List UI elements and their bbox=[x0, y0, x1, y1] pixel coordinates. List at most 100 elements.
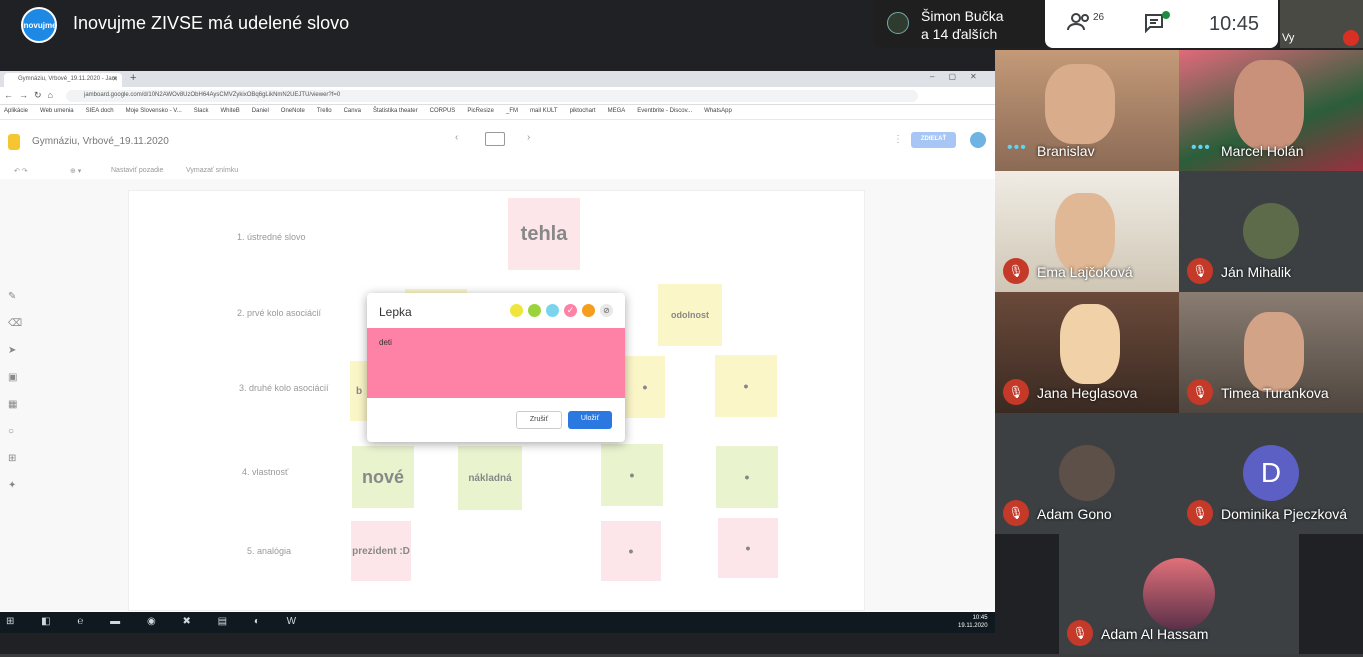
participant-video bbox=[1060, 304, 1120, 384]
jamboard-doc-name[interactable]: Gymnáziu, Vrbové_19.11.2020 bbox=[32, 136, 169, 147]
mic-off-icon: 🎙 bbox=[1187, 500, 1213, 526]
bookmark-item[interactable]: CORPUS bbox=[430, 108, 456, 114]
bookmark-item[interactable]: piktochart bbox=[570, 108, 596, 114]
image-icon[interactable]: ▦ bbox=[8, 399, 22, 426]
sticky-note[interactable]: • bbox=[625, 356, 665, 418]
sticky-note[interactable]: • bbox=[601, 444, 663, 506]
new-tab-icon[interactable]: + bbox=[130, 72, 136, 84]
sticky-note[interactable]: • bbox=[715, 355, 777, 417]
participant-tile[interactable]: 🎙 Ema Lajčoková bbox=[995, 171, 1179, 292]
meet-top-bar: inovujme Inovujme ZIVSE má udelené slovo bbox=[0, 0, 995, 50]
sticky-note-icon[interactable]: ▣ bbox=[8, 372, 22, 399]
jamboard-logo-icon bbox=[8, 134, 20, 150]
shape-icon[interactable]: ○ bbox=[8, 426, 22, 453]
participant-tile[interactable]: 🎙 Adam Gono bbox=[995, 413, 1179, 534]
user-avatar[interactable] bbox=[970, 132, 986, 148]
sticky-note[interactable]: tehla bbox=[508, 198, 580, 270]
share-button[interactable]: ZDIEĽAŤ bbox=[911, 132, 956, 148]
participant-tile[interactable]: ••• Branislav bbox=[995, 50, 1179, 171]
participant-avatar: D bbox=[1243, 445, 1299, 501]
taskbar-app-icons[interactable]: ⊞ ◧ ℮ ▬ ◉ ✖ ▤ ◐ W bbox=[6, 616, 308, 627]
pen-icon[interactable]: ✎ bbox=[8, 291, 22, 318]
people-count: 26 bbox=[1093, 12, 1105, 23]
sticky-note[interactable]: • bbox=[718, 518, 778, 578]
frame-thumbnail[interactable] bbox=[485, 132, 505, 146]
clear-frame-button[interactable]: Vymazať snímku bbox=[186, 167, 238, 174]
bookmark-item[interactable]: Moje Slovensko - V... bbox=[126, 108, 182, 114]
color-swatch-green[interactable] bbox=[528, 304, 541, 317]
tray-time: 10:45 bbox=[972, 615, 988, 621]
participant-name: Adam Al Hassam bbox=[1101, 626, 1209, 642]
bookmark-item[interactable]: Eventbrite - Discov... bbox=[637, 108, 692, 114]
self-view-tile[interactable]: Vy bbox=[1280, 0, 1363, 48]
sticky-note[interactable]: • bbox=[716, 446, 778, 508]
participant-tile[interactable]: 🎙 Ján Mihalik bbox=[1179, 171, 1363, 292]
cancel-button[interactable]: Zrušiť bbox=[516, 411, 562, 429]
bookmark-item[interactable]: Slack bbox=[194, 108, 209, 114]
bookmark-item[interactable]: Daniel bbox=[252, 108, 269, 114]
no-color-icon[interactable]: ⊘ bbox=[600, 304, 613, 317]
sticky-note[interactable]: odolnost bbox=[658, 284, 722, 346]
participant-avatar bbox=[1143, 558, 1215, 630]
color-swatch-blue[interactable] bbox=[546, 304, 559, 317]
bookmark-item[interactable]: WhatsApp bbox=[704, 108, 732, 114]
participant-tile[interactable]: 🎙 Jana Heglasova bbox=[995, 292, 1179, 413]
participant-video bbox=[1234, 60, 1304, 150]
mic-off-icon: 🎙 bbox=[1003, 258, 1029, 284]
jamboard-header: Gymnáziu, Vrbové_19.11.2020 ‹ › ⋮ ZDIEĽA… bbox=[0, 120, 995, 165]
bookmark-item[interactable]: Canva bbox=[344, 108, 361, 114]
mic-off-icon: 🎙 bbox=[1187, 379, 1213, 405]
bookmark-item[interactable]: SIEA doch bbox=[86, 108, 114, 114]
row-label: 5. analógia bbox=[247, 546, 292, 556]
windows-taskbar: ⊞ ◧ ℮ ▬ ◉ ✖ ▤ ◐ W 10:45 19.11.2020 bbox=[0, 612, 995, 633]
more-menu-icon[interactable]: ⋮ bbox=[893, 134, 903, 145]
participant-tile[interactable]: D 🎙 Dominika Pjeczková bbox=[1179, 413, 1363, 534]
row-label: 4. vlastnosť bbox=[242, 467, 289, 477]
sticky-note[interactable]: nákladná bbox=[458, 446, 522, 510]
laser-icon[interactable]: ✦ bbox=[8, 480, 22, 507]
presenter-chip[interactable]: Šimon Bučka a 14 ďalších bbox=[873, 0, 1045, 48]
bookmark-item[interactable]: MEGA bbox=[608, 108, 626, 114]
participant-tile[interactable]: ••• Marcel Holán bbox=[1179, 50, 1363, 171]
close-icon[interactable]: ✕ bbox=[112, 75, 118, 83]
jamboard-toolbar: ↶ ↷ ⊕ ▾ Nastaviť pozadie Vymazať snímku bbox=[0, 165, 995, 179]
color-swatch-yellow[interactable] bbox=[510, 304, 523, 317]
sticky-note[interactable]: • bbox=[601, 521, 661, 581]
window-controls[interactable]: –▢✕ bbox=[930, 72, 995, 81]
presenter-name: Šimon Bučka bbox=[921, 8, 1004, 24]
bookmark-item[interactable]: Aplikácie bbox=[4, 108, 28, 114]
set-background-button[interactable]: Nastaviť pozadie bbox=[111, 167, 163, 174]
row-label: 2. prvé kolo asociácií bbox=[237, 308, 322, 318]
bookmark-item[interactable]: WhiteB bbox=[220, 108, 239, 114]
participant-tile[interactable]: 🎙 Adam Al Hassam bbox=[1059, 534, 1299, 654]
bookmark-item[interactable]: mail KULT bbox=[530, 108, 558, 114]
chevron-left-icon[interactable]: ‹ bbox=[455, 132, 458, 143]
frame-navigator[interactable]: ‹ › bbox=[455, 132, 535, 150]
save-button[interactable]: Uložiť bbox=[568, 411, 612, 429]
chevron-right-icon[interactable]: › bbox=[527, 132, 530, 143]
participant-avatar bbox=[1059, 445, 1115, 501]
browser-tab[interactable]: Gymnáziu, Vrbové_19.11.2020 - Jam bbox=[4, 73, 122, 87]
note-text-area[interactable]: deti bbox=[367, 328, 625, 398]
eraser-icon[interactable]: ⌫ bbox=[8, 318, 22, 345]
text-box-icon[interactable]: ⊞ bbox=[8, 453, 22, 480]
bookmark-item[interactable]: OneNote bbox=[281, 108, 305, 114]
sticky-note[interactable]: b bbox=[350, 361, 368, 421]
zoom-icon[interactable]: ⊕ ▾ bbox=[70, 167, 81, 175]
bookmark-item[interactable]: Trello bbox=[317, 108, 332, 114]
participant-tile[interactable]: 🎙 Timea Turankova bbox=[1179, 292, 1363, 413]
sticky-note[interactable]: prezident :D bbox=[351, 521, 411, 581]
select-icon[interactable]: ➤ bbox=[8, 345, 22, 372]
bookmark-item[interactable]: _FM bbox=[506, 108, 518, 114]
bookmark-item[interactable]: PicResize bbox=[467, 108, 494, 114]
sticky-note[interactable]: nové bbox=[352, 446, 414, 508]
color-swatch-pink-selected[interactable]: ✓ bbox=[564, 304, 577, 317]
navigation-icons[interactable]: ←→↻⌂ bbox=[4, 90, 59, 101]
bookmark-item[interactable]: Štatistika theater bbox=[373, 108, 418, 114]
url-bar[interactable]: jamboard.google.com/d/10N2AWOv8UzObH64Ay… bbox=[66, 90, 918, 102]
bookmark-item[interactable]: Web umenia bbox=[40, 108, 74, 114]
color-swatch-orange[interactable] bbox=[582, 304, 595, 317]
undo-redo-icons[interactable]: ↶ ↷ bbox=[14, 167, 28, 175]
mic-off-icon bbox=[1343, 30, 1359, 46]
meet-window: inovujme Inovujme ZIVSE má udelené slovo… bbox=[0, 0, 1363, 657]
